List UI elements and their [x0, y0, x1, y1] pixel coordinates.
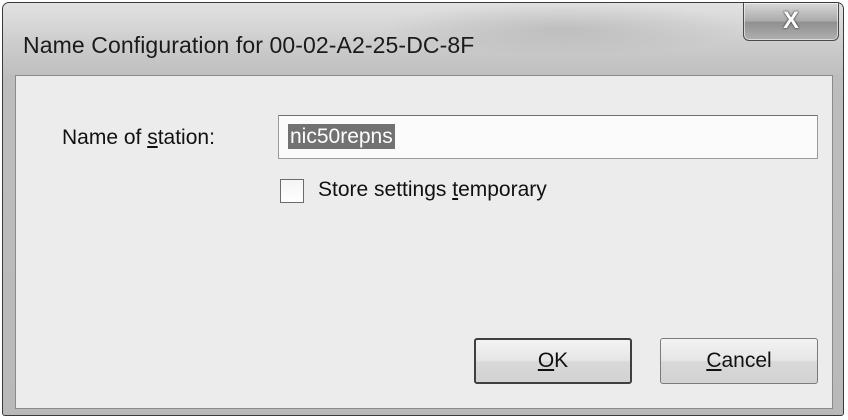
ok-mnemonic: O	[537, 349, 555, 372]
store-temporary-checkbox[interactable]	[280, 179, 304, 203]
title-bar[interactable]: Name Configuration for 00-02-A2-25-DC-8F…	[3, 3, 843, 75]
store-label-text-a: Store settings	[318, 178, 453, 201]
close-button[interactable]: X	[743, 3, 839, 41]
station-name-input[interactable]: nic50repns	[278, 115, 818, 159]
store-temporary-label[interactable]: Store settings temporary	[318, 178, 547, 202]
station-name-value: nic50repns	[288, 124, 395, 149]
station-label-text-a: Name of	[62, 126, 148, 149]
window-title: Name Configuration for 00-02-A2-25-DC-8F	[23, 32, 475, 58]
close-icon: X	[782, 7, 799, 34]
ok-label-rest: K	[554, 349, 569, 372]
name-configuration-dialog: Name Configuration for 00-02-A2-25-DC-8F…	[2, 2, 844, 416]
station-name-label: Name of station:	[62, 126, 215, 150]
station-label-mnemonic: s	[147, 126, 158, 149]
cancel-label-rest: ancel	[721, 349, 772, 372]
station-label-text-b: tation:	[157, 126, 215, 149]
cancel-mnemonic: C	[706, 349, 722, 372]
dialog-content: Name of station: nic50repns Store settin…	[15, 75, 833, 409]
cancel-button[interactable]: Cancel	[660, 338, 818, 384]
store-label-text-b: emporary	[458, 178, 547, 201]
ok-button[interactable]: OK	[474, 338, 632, 384]
